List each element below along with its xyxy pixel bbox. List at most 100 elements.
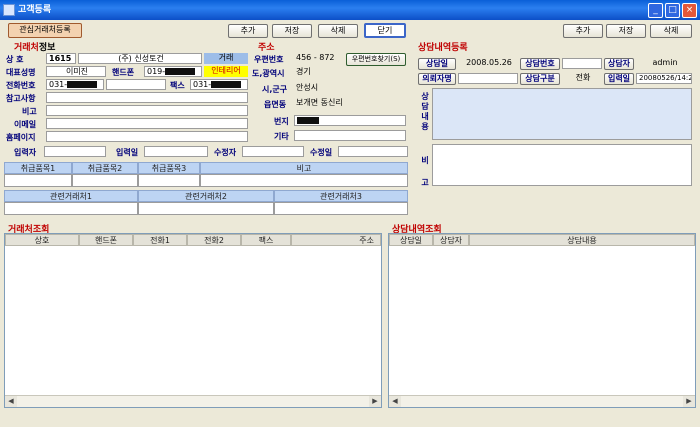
fax-label: 팩스	[170, 81, 185, 90]
fax-field[interactable]: 031-	[190, 79, 248, 90]
client-list-hscroll[interactable]: ◀ ▶	[5, 395, 381, 407]
input-by-label: 입력자	[14, 148, 37, 157]
province-field[interactable]: 경기	[294, 67, 406, 78]
items-cell-2[interactable]	[72, 174, 138, 187]
homepage-field[interactable]	[46, 131, 248, 142]
mobile-label: 핸드폰	[112, 68, 135, 77]
window-title: 고객등록	[18, 5, 52, 15]
items-table: 취급품목1 취급품목2 취급품목3 비고	[4, 162, 408, 188]
phone-field[interactable]: 031-	[46, 79, 104, 90]
province-label: 도,광역시	[252, 69, 285, 78]
memo-field[interactable]	[46, 92, 248, 103]
client-section-title: 거래처정보	[14, 43, 56, 53]
add-button[interactable]: 추가	[228, 24, 268, 38]
zip-search-button[interactable]: 우편번호찾기(S)	[346, 53, 406, 66]
consult-no-label[interactable]: 상담번호	[520, 58, 560, 70]
delete-button[interactable]: 삭제	[318, 24, 358, 38]
lot-field[interactable]	[294, 115, 406, 126]
scroll-left-icon[interactable]: ◀	[389, 396, 401, 407]
client-list-header-phone2[interactable]: 전화2	[187, 234, 241, 246]
scroll-left-icon[interactable]: ◀	[5, 396, 17, 407]
email-field[interactable]	[46, 118, 248, 129]
consult-staff-label[interactable]: 상담자	[604, 58, 634, 70]
related-header-1: 관련거래처1	[4, 190, 138, 202]
note-field[interactable]	[46, 105, 248, 116]
consult-list-header-staff[interactable]: 상담자	[433, 234, 469, 246]
client-list-header-address[interactable]: 주소	[291, 234, 381, 246]
client-list-header-company[interactable]: 상호	[5, 234, 79, 246]
related-cell-1[interactable]	[4, 202, 138, 215]
related-table: 관련거래처1 관련거래처2 관련거래처3	[4, 190, 408, 216]
mod-date-field[interactable]	[338, 146, 408, 157]
related-header-3: 관련거래처3	[274, 190, 408, 202]
favorite-client-button[interactable]: 관심거래처등록	[8, 23, 82, 38]
consult-list-header-date[interactable]: 상담일	[389, 234, 433, 246]
lot-label: 번지	[274, 117, 289, 126]
email-label: 이메일	[14, 120, 37, 129]
rep-field[interactable]: 이미진	[46, 66, 106, 77]
consult-content-textarea[interactable]	[432, 88, 692, 140]
etc-field[interactable]	[294, 130, 406, 141]
consult-list-hscroll[interactable]: ◀ ▶	[389, 395, 695, 407]
items-header-note: 비고	[200, 162, 408, 174]
city-field[interactable]: 안성시	[294, 83, 406, 94]
company-name-field[interactable]: (주) 신성토건	[78, 53, 202, 64]
consult-type-label[interactable]: 상담구분	[520, 73, 560, 85]
consult-section-title: 상담내역등록	[418, 43, 468, 53]
client-type-badge[interactable]: 거래	[204, 53, 248, 64]
consult-list-header-content[interactable]: 상담내용	[469, 234, 695, 246]
client-list-header-mobile[interactable]: 핸드폰	[79, 234, 133, 246]
related-cell-2[interactable]	[138, 202, 274, 215]
consult-delete-button[interactable]: 삭제	[650, 24, 692, 38]
consult-add-button[interactable]: 추가	[563, 24, 603, 38]
consult-no-field[interactable]	[562, 58, 602, 69]
related-header-2: 관련거래처2	[138, 190, 274, 202]
consult-date-field[interactable]: 2008.05.26	[458, 58, 518, 69]
items-cell-note[interactable]	[200, 174, 408, 187]
input-date-label: 입력일	[116, 148, 139, 157]
client-code-field[interactable]: 1615	[46, 53, 76, 64]
town-label: 읍면동	[264, 100, 287, 109]
consult-save-button[interactable]: 저장	[606, 24, 646, 38]
consult-remark-textarea[interactable]	[432, 144, 692, 186]
consult-type-field[interactable]: 전화	[562, 73, 602, 84]
company-label: 상 호	[6, 55, 24, 64]
consult-list-grid[interactable]: 상담일 상담자 상담내용 ◀ ▶	[388, 233, 696, 408]
input-date-field[interactable]	[144, 146, 208, 157]
consult-date-label[interactable]: 상담일	[418, 58, 456, 70]
maximize-button[interactable]: □	[665, 3, 680, 18]
requester-label[interactable]: 의뢰자명	[418, 73, 456, 85]
consult-input-field[interactable]: 20080526/14:2	[636, 73, 692, 84]
homepage-label: 홈페이지	[6, 133, 36, 142]
input-by-field[interactable]	[44, 146, 106, 157]
zip-label: 우편번호	[254, 55, 284, 64]
rep-label: 대표성명	[6, 68, 36, 77]
consult-content-label: 상담내용	[421, 92, 429, 131]
items-header-3: 취급품목3	[138, 162, 200, 174]
title-bar: 고객등록	[0, 0, 700, 20]
grade-badge[interactable]: 인테리어	[204, 66, 248, 77]
scroll-right-icon[interactable]: ▶	[683, 396, 695, 407]
close-window-button[interactable]: ×	[682, 3, 697, 18]
note-label: 비고	[22, 107, 37, 116]
mobile-field[interactable]: 019-	[144, 66, 202, 77]
client-list-header-phone1[interactable]: 전화1	[133, 234, 187, 246]
zip-field[interactable]: 456 - 872	[294, 53, 346, 64]
phone2-field[interactable]	[106, 79, 166, 90]
minimize-button[interactable]: _	[648, 3, 663, 18]
related-cell-3[interactable]	[274, 202, 408, 215]
client-list-header-fax[interactable]: 팩스	[241, 234, 291, 246]
town-field[interactable]: 보개면 동신리	[294, 98, 406, 109]
address-section-title: 주소	[258, 43, 275, 53]
etc-label: 기타	[274, 132, 289, 141]
items-cell-1[interactable]	[4, 174, 72, 187]
items-cell-3[interactable]	[138, 174, 200, 187]
consult-input-label[interactable]: 입력일	[604, 73, 634, 85]
save-button[interactable]: 저장	[272, 24, 312, 38]
close-button[interactable]: 닫기	[364, 23, 406, 38]
requester-field[interactable]	[458, 73, 518, 84]
client-list-grid[interactable]: 상호 핸드폰 전화1 전화2 팩스 주소 ◀ ▶	[4, 233, 382, 408]
mod-by-field[interactable]	[242, 146, 304, 157]
consult-staff-field[interactable]: admin	[636, 58, 692, 69]
scroll-right-icon[interactable]: ▶	[369, 396, 381, 407]
